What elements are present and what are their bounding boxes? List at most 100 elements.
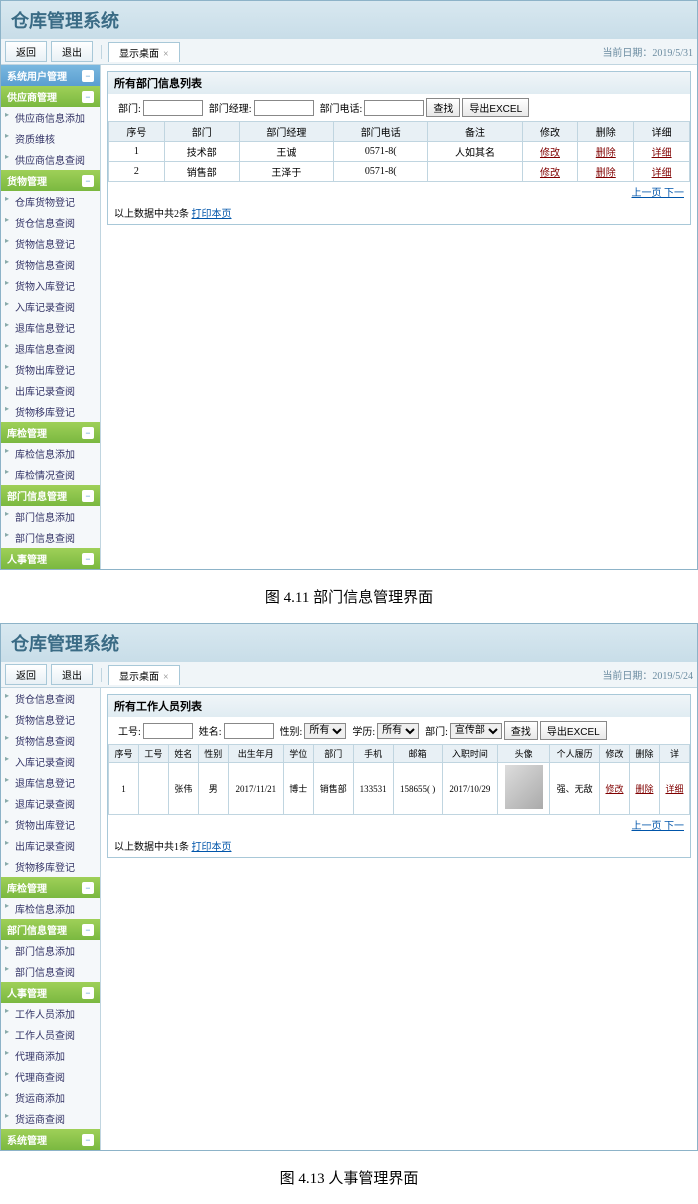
toggle-icon[interactable]: − — [82, 987, 94, 999]
edit-link[interactable]: 修改 — [540, 168, 560, 179]
pager-link[interactable]: 上一页 下一 — [632, 821, 685, 832]
sidebar-item[interactable]: 库检信息添加 — [1, 443, 100, 464]
sidebar-group-header[interactable]: 部门信息管理− — [1, 485, 100, 506]
sidebar-item[interactable]: 库检信息添加 — [1, 898, 100, 919]
sidebar-group-header[interactable]: 货物管理− — [1, 170, 100, 191]
sidebar-item[interactable]: 工作人员添加 — [1, 1003, 100, 1024]
sidebar-item[interactable]: 入库记录查阅 — [1, 751, 100, 772]
dept-table: 序号部门部门经理部门电话备注修改删除详细1技术部王诚0571-8(人如其名修改删… — [108, 121, 690, 182]
del-link[interactable]: 删除 — [596, 168, 616, 179]
sex-select[interactable]: 所有 — [304, 723, 346, 739]
sidebar-item[interactable]: 货物出库登记 — [1, 359, 100, 380]
sidebar-group-header[interactable]: 人事管理− — [1, 548, 100, 569]
sidebar-item[interactable]: 货物信息登记 — [1, 709, 100, 730]
print-link[interactable]: 打印本页 — [192, 209, 232, 220]
sidebar-item[interactable]: 货物移库登记 — [1, 856, 100, 877]
sidebar-group-header[interactable]: 系统用户管理− — [1, 65, 100, 86]
tel-input[interactable] — [364, 100, 424, 116]
sidebar-item[interactable]: 部门信息查阅 — [1, 961, 100, 982]
figure-caption-2: 图 4.13 人事管理界面 — [0, 1151, 698, 1204]
toggle-icon[interactable]: − — [82, 490, 94, 502]
sidebar-item[interactable]: 出库记录查阅 — [1, 835, 100, 856]
sidebar-item[interactable]: 退库记录查阅 — [1, 793, 100, 814]
pager-link[interactable]: 上一页 下一 — [632, 188, 685, 199]
toggle-icon[interactable]: − — [82, 70, 94, 82]
id-input[interactable] — [143, 723, 193, 739]
edu-select[interactable]: 所有 — [377, 723, 419, 739]
sidebar-item[interactable]: 货运商查阅 — [1, 1108, 100, 1129]
col-header: 学位 — [283, 745, 313, 763]
sidebar-item[interactable]: 货物信息查阅 — [1, 730, 100, 751]
search-button[interactable]: 查找 — [504, 721, 538, 740]
toggle-icon[interactable]: − — [82, 427, 94, 439]
sidebar-item[interactable]: 货物信息登记 — [1, 233, 100, 254]
sidebar-group-header[interactable]: 库检管理− — [1, 877, 100, 898]
sidebar-item[interactable]: 货物出库登记 — [1, 814, 100, 835]
toggle-icon[interactable]: − — [82, 924, 94, 936]
del-link[interactable]: 删除 — [596, 148, 616, 159]
sidebar-item[interactable]: 部门信息添加 — [1, 506, 100, 527]
sidebar-item[interactable]: 部门信息添加 — [1, 940, 100, 961]
edit-link[interactable]: 修改 — [606, 784, 624, 794]
toggle-icon[interactable]: − — [82, 91, 94, 103]
search-button[interactable]: 查找 — [426, 98, 460, 117]
sidebar-item[interactable]: 仓库货物登记 — [1, 191, 100, 212]
sidebar-group-header[interactable]: 供应商管理− — [1, 86, 100, 107]
sidebar-item[interactable]: 出库记录查阅 — [1, 380, 100, 401]
close-icon[interactable]: × — [163, 672, 169, 683]
toggle-icon[interactable]: − — [82, 175, 94, 187]
sidebar-group-header[interactable]: 系统管理− — [1, 1129, 100, 1150]
col-header: 个人履历 — [550, 745, 600, 763]
back-button[interactable]: 返回 — [5, 664, 47, 685]
tab-desktop[interactable]: 显示桌面× — [108, 42, 180, 62]
sidebar-item[interactable]: 货仓信息查阅 — [1, 212, 100, 233]
sidebar-group-header[interactable]: 库检管理− — [1, 422, 100, 443]
toggle-icon[interactable]: − — [82, 882, 94, 894]
det-link[interactable]: 详细 — [665, 784, 683, 794]
sidebar-item[interactable]: 货运商添加 — [1, 1087, 100, 1108]
name-input[interactable] — [224, 723, 274, 739]
sidebar-item[interactable]: 代理商查阅 — [1, 1066, 100, 1087]
sidebar-item[interactable]: 退库信息登记 — [1, 772, 100, 793]
edit-link[interactable]: 修改 — [540, 148, 560, 159]
dept-input[interactable] — [143, 100, 203, 116]
sidebar-item[interactable]: 库检情况查阅 — [1, 464, 100, 485]
sidebar-item[interactable]: 工作人员查阅 — [1, 1024, 100, 1045]
back-button[interactable]: 返回 — [5, 41, 47, 62]
sidebar-item[interactable]: 退库信息查阅 — [1, 338, 100, 359]
tab-desktop[interactable]: 显示桌面× — [108, 665, 180, 685]
close-icon[interactable]: × — [163, 49, 169, 60]
app-window-1: 仓库管理系统 返回 退出 显示桌面× 当前日期：2019/5/31 系统用户管理… — [0, 0, 698, 570]
sidebar-item[interactable]: 货仓信息查阅 — [1, 688, 100, 709]
sidebar-item[interactable]: 退库信息登记 — [1, 317, 100, 338]
sidebar-item[interactable]: 供应商信息查阅 — [1, 149, 100, 170]
det-link[interactable]: 详细 — [652, 168, 672, 179]
table-row: 1张伟男2017/11/21博士销售部133531158655( )2017/1… — [109, 763, 690, 815]
sex-label: 性别: — [280, 723, 303, 738]
sidebar-group-header[interactable]: 人事管理− — [1, 982, 100, 1003]
del-link[interactable]: 删除 — [635, 784, 653, 794]
sidebar-group-header[interactable]: 部门信息管理− — [1, 919, 100, 940]
export-button[interactable]: 导出EXCEL — [540, 721, 607, 740]
sidebar-item[interactable]: 货物移库登记 — [1, 401, 100, 422]
toggle-icon[interactable]: − — [82, 553, 94, 565]
sidebar-item[interactable]: 货物入库登记 — [1, 275, 100, 296]
exit-button[interactable]: 退出 — [51, 41, 93, 62]
sidebar-item[interactable]: 供应商信息添加 — [1, 107, 100, 128]
col-header: 性别 — [198, 745, 228, 763]
mgr-input[interactable] — [254, 100, 314, 116]
exit-button[interactable]: 退出 — [51, 664, 93, 685]
toggle-icon[interactable]: − — [82, 1134, 94, 1146]
det-link[interactable]: 详细 — [652, 148, 672, 159]
sidebar-item[interactable]: 代理商添加 — [1, 1045, 100, 1066]
pager[interactable]: 上一页 下一 — [108, 815, 690, 834]
export-button[interactable]: 导出EXCEL — [462, 98, 529, 117]
print-link[interactable]: 打印本页 — [192, 842, 232, 853]
sidebar-item[interactable]: 部门信息查阅 — [1, 527, 100, 548]
pager[interactable]: 上一页 下一 — [108, 182, 690, 201]
sidebar-item[interactable]: 入库记录查阅 — [1, 296, 100, 317]
toolbar: 返回 退出 显示桌面× 当前日期：2019/5/31 — [1, 39, 697, 65]
sidebar-item[interactable]: 货物信息查阅 — [1, 254, 100, 275]
sidebar-item[interactable]: 资质维核 — [1, 128, 100, 149]
dept-select[interactable]: 宣传部 — [450, 723, 502, 739]
